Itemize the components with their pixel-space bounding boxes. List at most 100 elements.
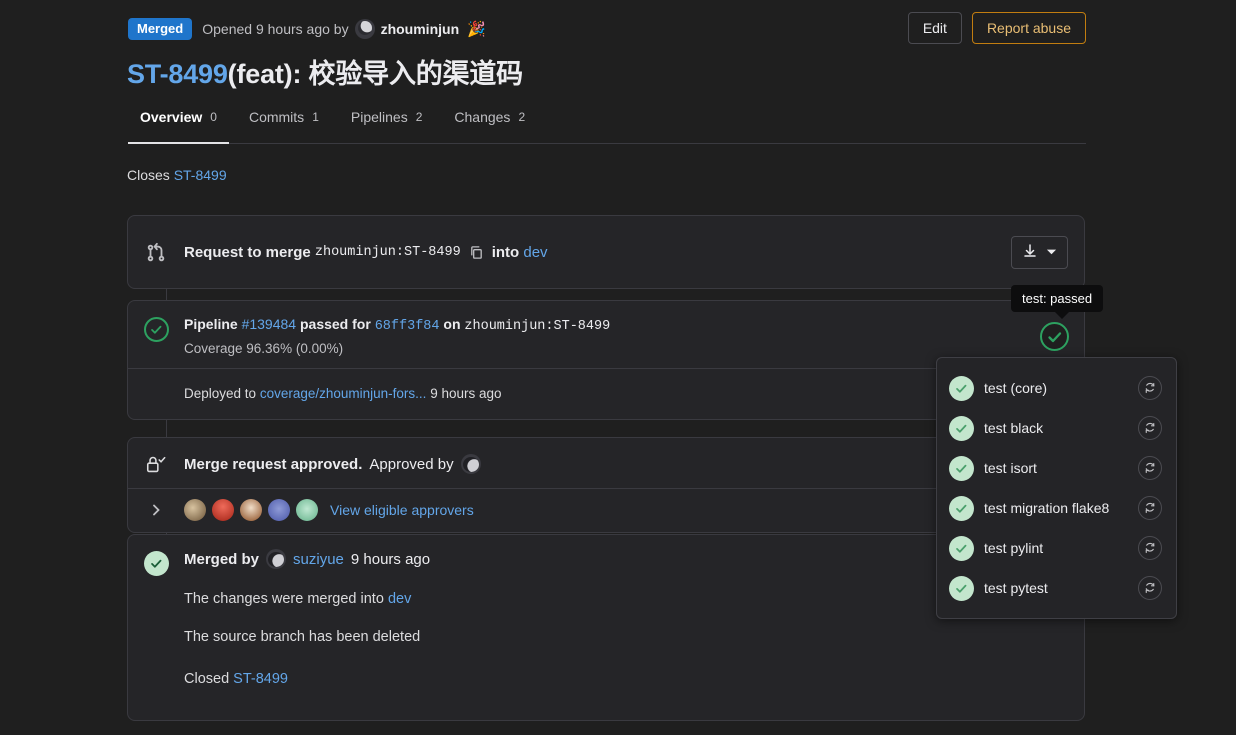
commit-sha-link[interactable]: 68ff3f84 [375, 319, 440, 334]
job-item-test-migration-flake8[interactable]: test migration flake8 [937, 488, 1176, 528]
closes-issue-link[interactable]: ST-8499 [174, 167, 227, 183]
pipeline-on-label: on [443, 316, 461, 332]
approved-by-label: Approved by [369, 455, 454, 473]
merged-status-icon [128, 549, 184, 687]
approver-avatar[interactable] [460, 454, 481, 474]
copy-icon[interactable] [469, 245, 484, 260]
chevron-down-icon [1046, 244, 1057, 260]
merge-title: Request to merge [184, 243, 311, 261]
deployed-env-link[interactable]: coverage/zhouminjun-fors... [260, 386, 427, 401]
deployed-prefix: Deployed to [184, 386, 257, 401]
retry-icon[interactable] [1138, 456, 1162, 480]
opened-meta: Opened 9 hours ago by zhouminjun 🎉 [202, 19, 486, 39]
check-circle-filled-icon [949, 495, 974, 521]
avatar[interactable] [268, 499, 290, 521]
merge-summary: Request to merge zhouminjun:ST-8499 into… [184, 244, 548, 261]
retry-icon[interactable] [1138, 496, 1162, 520]
pipeline-summary: Pipeline #139484 passed for 68ff3f84 on … [184, 315, 610, 336]
merged-by-label: Merged by [184, 550, 260, 568]
merged-into-branch-link[interactable]: dev [388, 591, 411, 607]
tab-pipelines-count: 2 [415, 110, 423, 124]
retry-icon[interactable] [1138, 376, 1162, 400]
merged-by-line: Merged by suziyue 9 hours ago [184, 549, 430, 569]
avatar[interactable] [184, 499, 206, 521]
merged-time: 9 hours ago [350, 550, 431, 568]
check-circle-filled-icon [949, 455, 974, 481]
opened-text: Opened 9 hours ago by [202, 21, 349, 37]
mr-tabs: Overview 0 Commits 1 Pipelines 2 Changes… [128, 103, 1086, 144]
download-dropdown-button[interactable] [1011, 235, 1068, 269]
pipeline-label: Pipeline [184, 316, 238, 332]
job-item-test-core[interactable]: test (core) [937, 368, 1176, 408]
tab-changes-count: 2 [518, 110, 526, 124]
job-label: test pytest [984, 580, 1048, 596]
pipeline-result: passed for [299, 316, 371, 332]
pipeline-jobs-dropdown: test (core) test black test isort test m… [936, 357, 1177, 619]
avatar[interactable] [296, 499, 318, 521]
merged-into-line: The changes were merged into dev [184, 591, 430, 607]
job-item-test-black[interactable]: test black [937, 408, 1176, 448]
branch-deleted-line: The source branch has been deleted [184, 629, 421, 645]
deployed-time: 9 hours ago [430, 386, 502, 401]
tab-changes-label: Changes [454, 109, 511, 125]
job-item-test-isort[interactable]: test isort [937, 448, 1176, 488]
pipeline-status-badge-button[interactable] [1040, 322, 1069, 351]
pipeline-coverage: Coverage 96.36% (0.00%) [184, 341, 344, 356]
tab-overview-count: 0 [210, 110, 217, 124]
download-icon [1022, 243, 1038, 262]
header-actions: Edit Report abuse [907, 12, 1086, 44]
widget-connector [166, 420, 167, 437]
target-branch-link[interactable]: dev [523, 244, 547, 261]
tab-pipelines[interactable]: Pipelines 2 [339, 103, 435, 143]
chevron-right-icon[interactable] [128, 504, 184, 516]
merge-branch-icon [128, 240, 184, 264]
job-label: test black [984, 420, 1044, 436]
tab-commits-label: Commits [248, 109, 305, 125]
closes-prefix: Closes [127, 167, 170, 183]
author-avatar[interactable] [354, 19, 375, 39]
author-link[interactable]: zhouminjun [381, 21, 460, 37]
tab-changes[interactable]: Changes 2 [442, 103, 537, 143]
retry-icon[interactable] [1138, 536, 1162, 560]
tab-pipelines-label: Pipelines [350, 109, 408, 125]
report-abuse-button[interactable]: Report abuse [971, 12, 1086, 44]
view-eligible-approvers-link[interactable]: View eligible approvers [330, 502, 474, 518]
tab-overview-label: Overview [140, 109, 203, 125]
merged-by-user-link[interactable]: suziyue [293, 551, 344, 568]
job-label: test (core) [984, 380, 1048, 396]
closed-issue-link[interactable]: ST-8499 [233, 671, 288, 687]
retry-icon[interactable] [1138, 416, 1162, 440]
job-item-test-pytest[interactable]: test pytest [937, 568, 1176, 608]
tab-commits-count: 1 [312, 110, 319, 124]
job-item-test-pylint[interactable]: test pylint [937, 528, 1176, 568]
check-circle-filled-icon [949, 415, 974, 441]
approval-title: Merge request approved. [184, 455, 363, 473]
check-circle-filled-icon [949, 535, 974, 561]
approval-summary: Merge request approved. Approved by [184, 454, 481, 474]
tab-overview[interactable]: Overview 0 [128, 103, 229, 144]
widget-connector [166, 289, 167, 300]
pipeline-status-tooltip: test: passed [1011, 285, 1104, 319]
title-rest: (feat): 校验导入的渠道码 [227, 59, 523, 89]
job-label: test isort [984, 460, 1037, 476]
merger-avatar[interactable] [266, 549, 287, 569]
avatar[interactable] [240, 499, 262, 521]
retry-icon[interactable] [1138, 576, 1162, 600]
into-label: into [491, 243, 520, 261]
job-label: test pylint [984, 540, 1044, 556]
source-branch: zhouminjun:ST-8499 [314, 244, 461, 260]
closes-line: Closes ST-8499 [127, 167, 227, 183]
job-label: test migration flake8 [984, 500, 1110, 516]
title-issue-link[interactable]: ST-8499 [127, 59, 228, 89]
check-circle-filled-icon [949, 575, 974, 601]
merged-into-text: The changes were merged into [184, 591, 384, 607]
approval-lock-check-icon [128, 452, 184, 476]
pipeline-id-link[interactable]: #139484 [242, 316, 297, 332]
edit-button[interactable]: Edit [907, 12, 962, 44]
pipeline-status-icon [128, 315, 184, 342]
pipeline-ref: zhouminjun:ST-8499 [464, 319, 611, 334]
merge-request-widget: Request to merge zhouminjun:ST-8499 into… [127, 215, 1085, 289]
closed-line: Closed ST-8499 [184, 671, 430, 687]
avatar[interactable] [212, 499, 234, 521]
tab-commits[interactable]: Commits 1 [237, 103, 331, 143]
